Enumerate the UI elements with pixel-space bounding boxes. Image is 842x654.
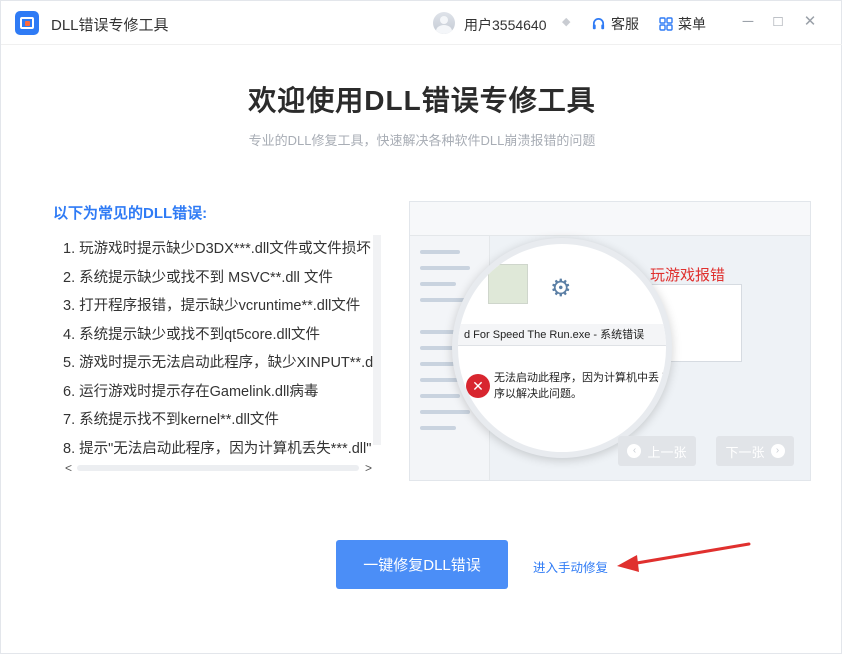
- error-preview-image: ⚙ d For Speed The Run.exe - 系统错误 ✕ 无法启动此…: [409, 201, 811, 481]
- menu-label: 菜单: [678, 16, 706, 32]
- manual-fix-link[interactable]: 进入手动修复: [533, 557, 608, 576]
- page-subtitle: 专业的DLL修复工具，快速解决各种软件DLL崩溃报错的问题: [248, 133, 596, 148]
- headset-icon: [592, 17, 605, 29]
- app-title: DLL错误专修工具: [51, 17, 169, 34]
- maximize-icon[interactable]: □: [769, 13, 787, 31]
- minimize-icon[interactable]: ─: [739, 13, 757, 31]
- username[interactable]: 用户3554640: [464, 15, 547, 35]
- close-icon[interactable]: ✕: [801, 13, 819, 31]
- list-item: 1. 玩游戏时提示缺少D3DX***.dll文件或文件损坏: [63, 241, 371, 257]
- list-item: 5. 游戏时提示无法启动此程序，缺少XINPUT**.dll: [63, 355, 380, 371]
- scroll-left-icon[interactable]: <: [65, 459, 72, 477]
- chevron-left-icon: ‹: [627, 444, 642, 458]
- errors-list[interactable]: 1. 玩游戏时提示缺少D3DX***.dll文件或文件损坏 2. 系统提示缺少或…: [53, 231, 383, 479]
- vertical-scrollbar[interactable]: [373, 235, 381, 445]
- vip-diamond-icon: ◆: [562, 16, 571, 28]
- service-button[interactable]: 客服: [591, 14, 639, 34]
- horizontal-scrollbar[interactable]: < >: [63, 459, 379, 477]
- list-item: 7. 系统提示找不到kernel**.dll文件: [63, 412, 279, 428]
- service-label: 客服: [611, 16, 639, 32]
- dialog-caption: d For Speed The Run.exe - 系统错误: [464, 329, 645, 341]
- menu-button[interactable]: 菜单: [659, 14, 706, 34]
- list-item: 6. 运行游戏时提示存在Gamelink.dll病毒: [63, 384, 319, 400]
- one-click-fix-button[interactable]: 一键修复DLL错误: [336, 540, 508, 589]
- list-item: 2. 系统提示缺少或找不到 MSVC**.dll 文件: [63, 270, 333, 286]
- error-icon: ✕: [466, 374, 490, 398]
- list-item: 8. 提示"无法启动此程序，因为计算机丢失***.dll": [63, 441, 372, 457]
- page-title: 欢迎使用DLL错误专修工具: [248, 85, 596, 116]
- gear-icon: ⚙: [550, 275, 572, 302]
- chevron-right-icon: ›: [770, 444, 785, 458]
- next-image-button[interactable]: 下一张 ›: [716, 436, 794, 466]
- errors-heading: 以下为常见的DLL错误:: [53, 205, 208, 222]
- title-bar: DLL错误专修工具 用户3554640 ◆ 客服 菜单 ─ □ ✕: [1, 1, 842, 45]
- magnifier: ⚙ d For Speed The Run.exe - 系统错误 ✕ 无法启动此…: [452, 238, 672, 458]
- annotation-arrow-icon: [617, 542, 751, 572]
- scrollbar-thumb[interactable]: [77, 465, 359, 471]
- app-window: DLL错误专修工具 用户3554640 ◆ 客服 菜单 ─ □ ✕ 欢迎使用DL…: [0, 0, 842, 654]
- grid-menu-icon: [659, 17, 673, 31]
- dialog-message: 无法启动此程序，因为计算机中丢 程序以解决此问题。: [494, 372, 672, 400]
- list-item: 4. 系统提示缺少或找不到qt5core.dll文件: [63, 327, 321, 343]
- avatar[interactable]: [433, 12, 455, 34]
- app-logo-icon: [15, 11, 39, 35]
- list-item: 3. 打开程序报错，提示缺少vcruntime**.dll文件: [63, 298, 361, 314]
- preview-label: 玩游戏报错: [650, 267, 726, 284]
- scroll-right-icon[interactable]: >: [365, 459, 372, 477]
- prev-image-button[interactable]: ‹ 上一张: [618, 436, 696, 466]
